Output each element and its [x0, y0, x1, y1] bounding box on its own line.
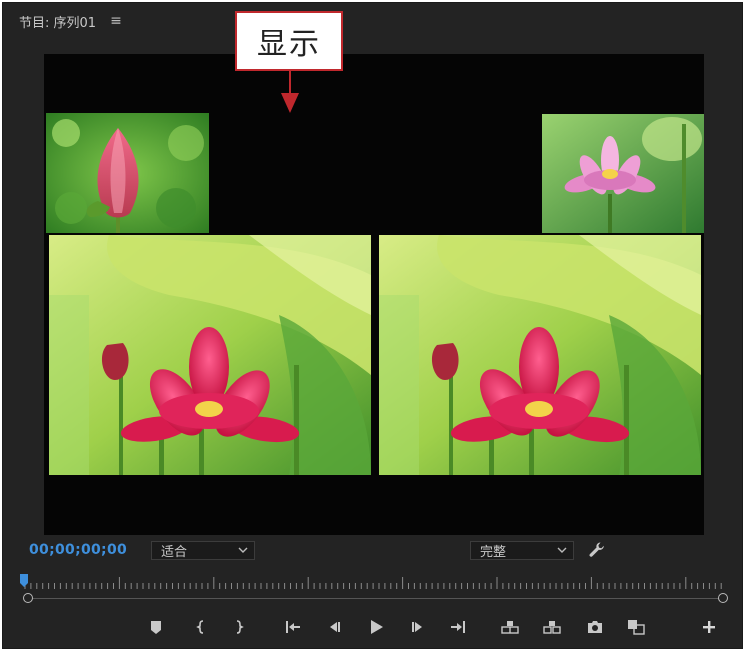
- go-to-in-icon: [286, 621, 300, 633]
- time-ruler[interactable]: [23, 577, 727, 591]
- callout-arrow-icon: [281, 71, 299, 113]
- button-editor-plus-icon: [703, 621, 715, 633]
- mark-in-button[interactable]: [192, 618, 210, 636]
- mark-out-button[interactable]: [230, 618, 248, 636]
- lotus-leaf-image-right: [379, 235, 701, 475]
- lotus-leaf-image-left: [49, 235, 371, 475]
- extract-icon: [543, 621, 561, 634]
- play-button[interactable]: [367, 618, 385, 636]
- extract-button[interactable]: [543, 618, 561, 636]
- add-marker-icon: [151, 621, 161, 634]
- callout-label: 显示: [235, 11, 343, 71]
- step-forward-button[interactable]: [409, 618, 427, 636]
- add-marker-button[interactable]: [147, 618, 165, 636]
- playhead-indicator[interactable]: [20, 574, 28, 588]
- export-frame-icon: [588, 621, 602, 633]
- zoom-scroll-end-handle[interactable]: [718, 593, 728, 603]
- program-viewer[interactable]: [44, 54, 704, 535]
- chevron-down-icon: [557, 547, 567, 553]
- zoom-scroll-bar[interactable]: [28, 598, 724, 599]
- step-back-button[interactable]: [325, 618, 343, 636]
- step-forward-icon: [412, 622, 422, 632]
- zoom-scroll-start-handle[interactable]: [23, 593, 33, 603]
- zoom-level-select[interactable]: 适合: [151, 541, 255, 560]
- hamburger-menu-icon[interactable]: ≡: [110, 13, 122, 29]
- wrench-icon[interactable]: [588, 541, 606, 559]
- program-monitor-panel: 节目: 序列01 ≡ 显示 00;00;00;00 适合 完整: [2, 2, 743, 649]
- button-editor-button[interactable]: [700, 618, 718, 636]
- mark-out-icon: [236, 620, 244, 634]
- go-to-in-button[interactable]: [284, 618, 302, 636]
- zoom-level-value: 适合: [161, 545, 188, 560]
- go-to-out-icon: [451, 621, 465, 633]
- play-icon: [371, 620, 383, 634]
- lotus-bud-thumbnail: [46, 113, 209, 233]
- panel-header: 节目: 序列01 ≡: [19, 11, 122, 31]
- comparison-view-button[interactable]: [627, 618, 645, 636]
- step-back-icon: [330, 622, 340, 632]
- playback-resolution-select[interactable]: 完整: [470, 541, 574, 560]
- mark-in-icon: [196, 620, 204, 634]
- export-frame-button[interactable]: [586, 618, 604, 636]
- playback-resolution-value: 完整: [480, 545, 507, 560]
- panel-title[interactable]: 节目: 序列01: [19, 12, 96, 31]
- lift-icon: [501, 621, 519, 634]
- pink-lotus-thumbnail: [542, 114, 704, 233]
- playhead-timecode[interactable]: 00;00;00;00: [29, 542, 127, 558]
- comparison-view-icon: [628, 620, 645, 635]
- chevron-down-icon: [238, 547, 248, 553]
- go-to-out-button[interactable]: [449, 618, 467, 636]
- lift-button[interactable]: [501, 618, 519, 636]
